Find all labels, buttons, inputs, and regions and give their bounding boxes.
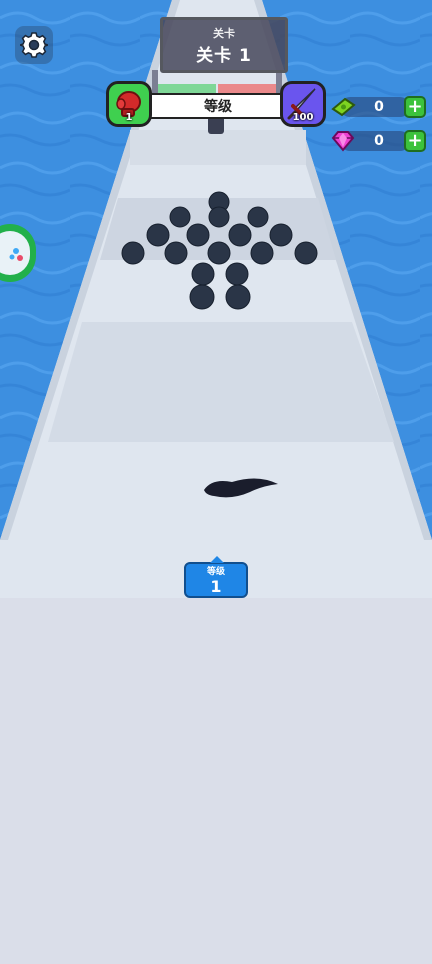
gem-counter: 0 +	[330, 129, 426, 153]
level-plate-sublabel: 关卡	[213, 26, 235, 40]
player-level-value: 1	[210, 577, 222, 596]
gem-icon	[331, 131, 355, 152]
add-cash-button[interactable]: +	[404, 96, 426, 118]
runway-zone-3	[48, 322, 394, 442]
dots-icon	[9, 248, 23, 261]
settings-button[interactable]	[15, 26, 53, 64]
cash-value: 0	[374, 99, 384, 115]
gem-value: 0	[374, 133, 384, 149]
weapon-progress-label: 等级	[204, 99, 232, 115]
cash-icon	[331, 97, 356, 117]
runway-near-section	[0, 598, 432, 964]
start-weapon-level: 1	[125, 112, 133, 123]
start-weapon-slot: 1	[106, 81, 152, 127]
side-bonus-icon	[0, 231, 30, 275]
runway-zone-1	[130, 130, 306, 165]
weapon-progress-track: 等级	[146, 93, 290, 119]
level-plate: 关卡 关卡 1	[160, 17, 288, 73]
target-weapon-slot: 100	[280, 81, 326, 127]
cash-counter: 0 +	[330, 95, 426, 119]
level-title: 关卡 1	[196, 45, 252, 66]
gear-icon	[20, 32, 48, 58]
target-weapon-level: 100	[292, 112, 314, 123]
weapon-progress-bar: 等级 1 100	[106, 81, 326, 129]
player-level-badge: 等级 1	[184, 556, 248, 598]
add-gems-button[interactable]: +	[404, 130, 426, 152]
